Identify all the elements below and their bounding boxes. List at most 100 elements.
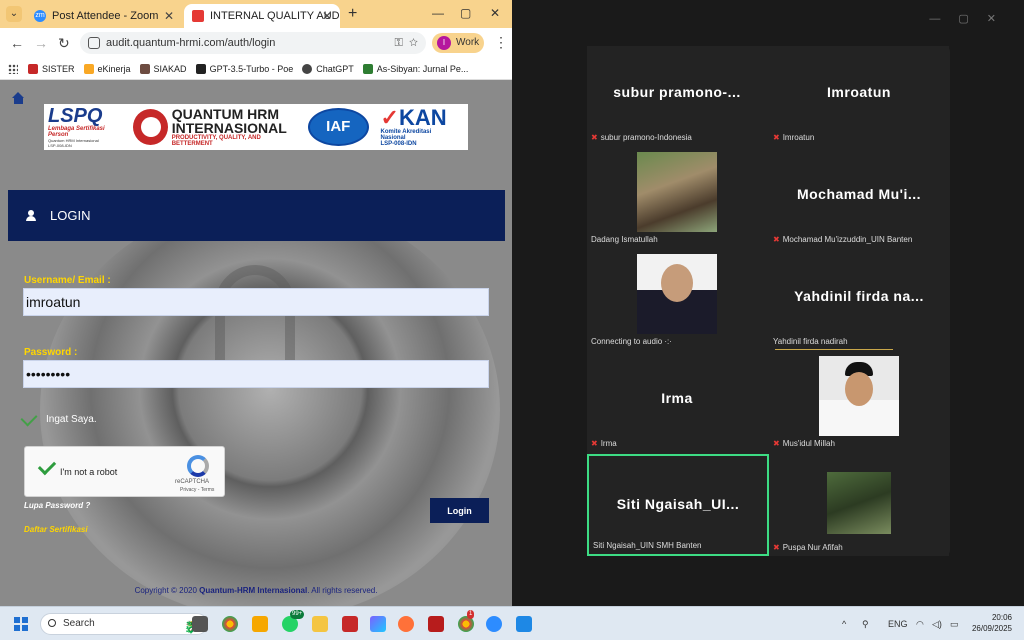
participant-display-name: subur pramono-... xyxy=(613,84,741,100)
certification-register-link[interactable]: Daftar Sertifikasi xyxy=(24,525,88,534)
participant-name: Dadang Ismatullah xyxy=(591,235,658,244)
participant-tile[interactable]: Dadang Ismatullah xyxy=(587,148,767,248)
participant-tile[interactable]: subur pramono-... ✖ subur pramono-Indones… xyxy=(587,46,767,146)
tab-strip: ⌄ zm Post Attendee - Zoom ✕ INTERNAL QUA… xyxy=(0,0,512,28)
site-info-icon[interactable] xyxy=(88,37,100,49)
home-icon[interactable] xyxy=(12,92,25,104)
lspq-name: LSPQ xyxy=(48,105,103,127)
participant-video xyxy=(827,472,891,534)
participant-name: subur pramono-Indonesia xyxy=(600,133,692,142)
bookmark-icon xyxy=(302,63,313,74)
minimize-icon[interactable]: — xyxy=(432,6,444,20)
lspq-line3: LSP-008-IDN xyxy=(48,143,72,148)
bookmark-icon xyxy=(362,63,373,74)
zoom-gallery: subur pramono-... ✖ subur pramono-Indones… xyxy=(587,46,950,556)
zoom-icon[interactable] xyxy=(486,616,502,632)
windows-start-icon[interactable] xyxy=(14,617,28,631)
remember-me-checkbox[interactable]: Ingat Saya. xyxy=(20,409,97,426)
tab-zoom[interactable]: zm Post Attendee - Zoom ✕ xyxy=(26,4,182,28)
participant-tile[interactable]: Irma ✖ Irma xyxy=(587,352,767,452)
language-indicator[interactable]: ENG xyxy=(888,619,908,629)
tab-search-icon[interactable]: ⌄ xyxy=(6,6,22,22)
participant-tile[interactable]: ✖ Mus'idul Millah xyxy=(769,352,949,452)
copyright-brand: Quantum-HRM Internasional xyxy=(199,586,308,595)
muted-mic-icon: ✖ xyxy=(591,133,598,142)
bookmark-poe[interactable]: GPT-3.5-Turbo - Poe xyxy=(195,63,293,74)
participant-display-name: Yahdinil firda na... xyxy=(794,288,924,304)
muted-mic-icon: ✖ xyxy=(773,133,780,142)
wifi-icon[interactable]: ◠ xyxy=(916,619,924,630)
recaptcha-logo-icon xyxy=(187,455,209,477)
tray-app-icon[interactable]: ⚲ xyxy=(862,619,869,630)
forgot-password-link[interactable]: Lupa Password ? xyxy=(24,501,90,510)
task-view-icon[interactable] xyxy=(192,616,208,632)
password-label: Password : xyxy=(24,347,78,358)
participant-tile[interactable]: Mochamad Mu'i... ✖ Mochamad Mu'izzuddin_U… xyxy=(769,148,949,248)
bookmark-icon xyxy=(83,63,94,74)
app-icon[interactable] xyxy=(516,616,532,632)
kan-logo: ✓KAN Komite Akreditasi Nasional LSP-008-… xyxy=(381,106,456,148)
tab-internal-quality-auditor[interactable]: INTERNAL QUALITY AUDITOR ✕ xyxy=(184,4,340,28)
maximize-icon[interactable]: ▢ xyxy=(460,6,471,20)
remember-me-label: Ingat Saya. xyxy=(46,414,97,425)
back-arrow-icon[interactable]: ← xyxy=(10,35,24,51)
bookmark-ekinerja[interactable]: eKinerja xyxy=(83,63,131,74)
recaptcha-widget[interactable]: I'm not a robot reCAPTCHA Privacy - Term… xyxy=(24,446,225,497)
tray-chevron-icon[interactable]: ^ xyxy=(842,619,846,629)
bookmark-label: ChatGPT xyxy=(316,63,354,74)
close-window-icon[interactable]: ✕ xyxy=(490,6,500,20)
bookmark-chatgpt[interactable]: ChatGPT xyxy=(302,63,354,74)
participant-display-name: Imroatun xyxy=(827,84,891,100)
recaptcha-check-icon[interactable] xyxy=(37,456,57,476)
url-field[interactable]: audit.quantum-hrmi.com/auth/login ⚿ ☆ xyxy=(80,32,426,54)
participant-display-name: Siti Ngaisah_UI... xyxy=(616,496,740,512)
reload-icon[interactable]: ↻ xyxy=(58,35,70,52)
app-icon[interactable] xyxy=(252,616,268,632)
quantum-line2: INTERNASIONAL xyxy=(171,120,287,136)
lspq-line1: Lembaga Sertifikasi Person xyxy=(48,126,105,138)
close-tab-icon[interactable]: ✕ xyxy=(322,9,332,23)
new-tab-icon[interactable]: + xyxy=(348,5,357,23)
muted-mic-icon: ✖ xyxy=(773,235,780,244)
copilot-icon[interactable] xyxy=(370,616,386,632)
system-clock[interactable]: 20:06 26/09/2025 xyxy=(968,612,1012,634)
participant-name: Imroatun xyxy=(782,133,815,142)
app-icon[interactable] xyxy=(342,616,358,632)
bookmark-siakad[interactable]: SIAKAD xyxy=(139,63,187,74)
url-text: audit.quantum-hrmi.com/auth/login xyxy=(106,37,276,49)
bookmark-assibyan[interactable]: As-Sibyan: Jurnal Pe... xyxy=(362,63,468,74)
clock-date: 26/09/2025 xyxy=(971,624,1012,633)
bookmarks-bar: SISTER eKinerja SIAKAD GPT-3.5-Turbo - P… xyxy=(0,58,512,80)
file-explorer-icon[interactable] xyxy=(312,616,328,632)
app-icon[interactable] xyxy=(428,616,444,632)
zoom-window-controls[interactable]: —▢✕ xyxy=(929,12,1014,25)
password-input[interactable] xyxy=(23,360,489,388)
participant-tile[interactable]: Connecting to audio ·:· xyxy=(587,250,767,350)
recaptcha-brand: reCAPTCHA xyxy=(175,479,210,485)
firefox-icon[interactable] xyxy=(398,616,414,632)
quantum-line1: QUANTUM HRM xyxy=(171,106,280,122)
apps-grid-icon[interactable] xyxy=(8,63,18,74)
bookmark-sister[interactable]: SISTER xyxy=(28,63,75,74)
tab-title: INTERNAL QUALITY AUDITOR xyxy=(210,10,340,22)
volume-icon[interactable]: ◁) xyxy=(932,619,942,630)
menu-kebab-icon[interactable]: ⋮ xyxy=(494,34,508,51)
battery-icon[interactable]: ▭ xyxy=(950,619,959,630)
participant-tile[interactable]: Imroatun ✖ Imroatun xyxy=(769,46,949,146)
username-input[interactable] xyxy=(23,288,489,316)
muted-mic-icon: ✖ xyxy=(773,439,780,448)
login-button[interactable]: Login xyxy=(430,498,489,523)
close-tab-icon[interactable]: ✕ xyxy=(164,9,174,23)
forward-arrow-icon[interactable]: → xyxy=(34,35,48,51)
login-header: LOGIN xyxy=(8,190,505,241)
profile-button[interactable]: I Work xyxy=(432,33,484,53)
chrome-icon[interactable] xyxy=(222,616,238,632)
kan-line2: LSP-008-IDN xyxy=(380,141,417,147)
participant-tile[interactable]: ✖ Puspa Nur Afifah xyxy=(769,454,949,556)
key-and-star-icon[interactable]: ⚿ ☆ xyxy=(395,32,418,54)
background-art xyxy=(40,200,500,606)
participant-tile-active-speaker[interactable]: Siti Ngaisah_UI... Siti Ngaisah_UIN SMH … xyxy=(587,454,769,556)
taskbar-search[interactable]: Search 🐉 xyxy=(40,613,208,635)
recaptcha-links[interactable]: Privacy - Terms xyxy=(180,487,214,493)
participant-tile[interactable]: Yahdinil firda na... Yahdinil firda nadi… xyxy=(769,250,949,350)
